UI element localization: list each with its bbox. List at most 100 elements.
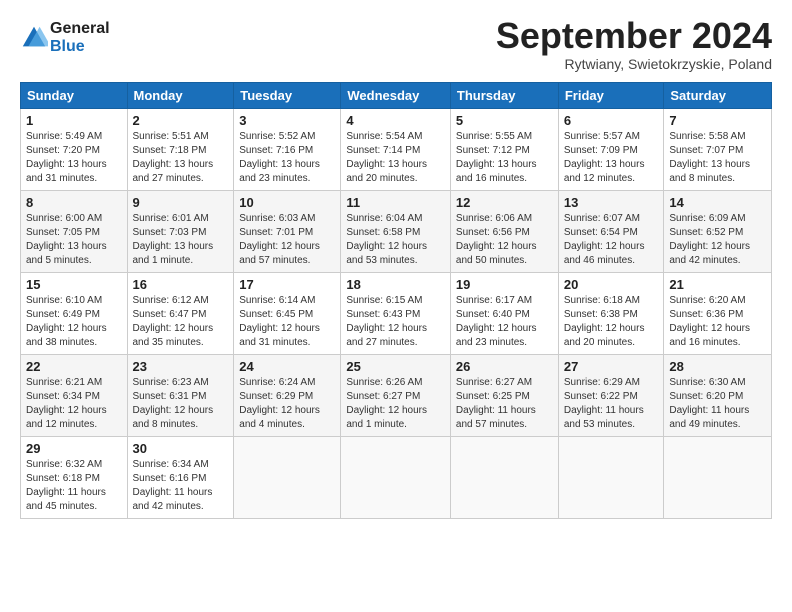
- calendar-cell: 17Sunrise: 6:14 AMSunset: 6:45 PMDayligh…: [234, 272, 341, 354]
- calendar-cell: 2 Sunrise: 5:51 AMSunset: 7:18 PMDaylight…: [127, 108, 234, 190]
- calendar-cell: 9 Sunrise: 6:01 AMSunset: 7:03 PMDaylight…: [127, 190, 234, 272]
- calendar-cell: 24 Sunrise: 6:24 AMSunset: 6:29 PMDayligh…: [234, 354, 341, 436]
- day-number: 28: [669, 359, 766, 374]
- day-number: 29: [26, 441, 122, 456]
- week-row-2: 8Sunrise: 6:00 AMSunset: 7:05 PMDaylight…: [21, 190, 772, 272]
- day-number: 20: [564, 277, 659, 292]
- day-info: Sunrise: 6:07 AMSunset: 6:54 PMDaylight:…: [564, 212, 659, 268]
- calendar-cell: [664, 436, 772, 518]
- calendar-cell: [558, 436, 664, 518]
- calendar-cell: 4 Sunrise: 5:54 AMSunset: 7:14 PMDaylight…: [341, 108, 451, 190]
- day-number: 14: [669, 195, 766, 210]
- calendar-cell: 28 Sunrise: 6:30 AMSunset: 6:20 PMDayligh…: [664, 354, 772, 436]
- week-row-3: 15 Sunrise: 6:10 AMSunset: 6:49 PMDayligh…: [21, 272, 772, 354]
- day-number: 19: [456, 277, 553, 292]
- weekday-header-thursday: Thursday: [450, 82, 558, 108]
- day-info: Sunrise: 6:04 AMSunset: 6:58 PMDaylight:…: [346, 212, 445, 268]
- calendar-cell: 16 Sunrise: 6:12 AMSunset: 6:47 PMDayligh…: [127, 272, 234, 354]
- day-number: 9: [133, 195, 229, 210]
- calendar-cell: 22 Sunrise: 6:21 AMSunset: 6:34 PMDayligh…: [21, 354, 128, 436]
- day-info: Sunrise: 6:24 AMSunset: 6:29 PMDaylight:…: [239, 376, 335, 432]
- calendar-cell: 12Sunrise: 6:06 AMSunset: 6:56 PMDayligh…: [450, 190, 558, 272]
- day-info: Sunrise: 6:18 AMSunset: 6:38 PMDaylight:…: [564, 294, 659, 350]
- logo-text: General Blue: [50, 20, 110, 56]
- calendar-cell: 1 Sunrise: 5:49 AMSunset: 7:20 PMDaylight…: [21, 108, 128, 190]
- day-number: 24: [239, 359, 335, 374]
- day-info: Sunrise: 6:20 AMSunset: 6:36 PMDaylight:…: [669, 294, 766, 350]
- month-title: September 2024: [496, 16, 772, 56]
- week-row-5: 29 Sunrise: 6:32 AMSunset: 6:18 PMDayligh…: [21, 436, 772, 518]
- calendar-cell: 8Sunrise: 6:00 AMSunset: 7:05 PMDaylight…: [21, 190, 128, 272]
- day-number: 18: [346, 277, 445, 292]
- location-subtitle: Rytwiany, Swietokrzyskie, Poland: [496, 56, 772, 72]
- day-info: Sunrise: 6:09 AMSunset: 6:52 PMDaylight:…: [669, 212, 766, 268]
- day-info: Sunrise: 6:15 AMSunset: 6:43 PMDaylight:…: [346, 294, 445, 350]
- page: General Blue September 2024 Rytwiany, Sw…: [0, 0, 792, 612]
- day-info: Sunrise: 5:58 AMSunset: 7:07 PMDaylight:…: [669, 130, 766, 186]
- day-info: Sunrise: 6:34 AMSunset: 6:16 PMDaylight:…: [133, 458, 229, 514]
- header: General Blue September 2024 Rytwiany, Sw…: [20, 16, 772, 72]
- weekday-header-tuesday: Tuesday: [234, 82, 341, 108]
- calendar-cell: 11 Sunrise: 6:04 AMSunset: 6:58 PMDayligh…: [341, 190, 451, 272]
- day-info: Sunrise: 5:55 AMSunset: 7:12 PMDaylight:…: [456, 130, 553, 186]
- calendar-cell: [341, 436, 451, 518]
- day-info: Sunrise: 5:51 AMSunset: 7:18 PMDaylight:…: [133, 130, 229, 186]
- calendar-cell: 7 Sunrise: 5:58 AMSunset: 7:07 PMDaylight…: [664, 108, 772, 190]
- calendar-table: SundayMondayTuesdayWednesdayThursdayFrid…: [20, 82, 772, 519]
- calendar-cell: 10 Sunrise: 6:03 AMSunset: 7:01 PMDayligh…: [234, 190, 341, 272]
- calendar-cell: [450, 436, 558, 518]
- day-info: Sunrise: 6:12 AMSunset: 6:47 PMDaylight:…: [133, 294, 229, 350]
- day-number: 3: [239, 113, 335, 128]
- day-info: Sunrise: 6:03 AMSunset: 7:01 PMDaylight:…: [239, 212, 335, 268]
- day-number: 13: [564, 195, 659, 210]
- day-number: 10: [239, 195, 335, 210]
- day-number: 4: [346, 113, 445, 128]
- day-info: Sunrise: 6:01 AMSunset: 7:03 PMDaylight:…: [133, 212, 229, 268]
- calendar-cell: 21 Sunrise: 6:20 AMSunset: 6:36 PMDayligh…: [664, 272, 772, 354]
- day-info: Sunrise: 6:32 AMSunset: 6:18 PMDaylight:…: [26, 458, 122, 514]
- day-number: 7: [669, 113, 766, 128]
- day-number: 12: [456, 195, 553, 210]
- day-number: 2: [133, 113, 229, 128]
- day-info: Sunrise: 5:49 AMSunset: 7:20 PMDaylight:…: [26, 130, 122, 186]
- calendar-cell: 29 Sunrise: 6:32 AMSunset: 6:18 PMDayligh…: [21, 436, 128, 518]
- day-number: 22: [26, 359, 122, 374]
- day-info: Sunrise: 6:10 AMSunset: 6:49 PMDaylight:…: [26, 294, 122, 350]
- calendar-cell: 30 Sunrise: 6:34 AMSunset: 6:16 PMDayligh…: [127, 436, 234, 518]
- day-info: Sunrise: 6:23 AMSunset: 6:31 PMDaylight:…: [133, 376, 229, 432]
- week-row-1: 1 Sunrise: 5:49 AMSunset: 7:20 PMDaylight…: [21, 108, 772, 190]
- weekday-header-wednesday: Wednesday: [341, 82, 451, 108]
- logo: General Blue: [20, 20, 110, 56]
- week-row-4: 22 Sunrise: 6:21 AMSunset: 6:34 PMDayligh…: [21, 354, 772, 436]
- day-info: Sunrise: 6:26 AMSunset: 6:27 PMDaylight:…: [346, 376, 445, 432]
- calendar-cell: [234, 436, 341, 518]
- day-number: 23: [133, 359, 229, 374]
- day-info: Sunrise: 6:30 AMSunset: 6:20 PMDaylight:…: [669, 376, 766, 432]
- day-number: 11: [346, 195, 445, 210]
- calendar-cell: 3 Sunrise: 5:52 AMSunset: 7:16 PMDaylight…: [234, 108, 341, 190]
- day-number: 30: [133, 441, 229, 456]
- weekday-header-sunday: Sunday: [21, 82, 128, 108]
- day-number: 6: [564, 113, 659, 128]
- weekday-header-monday: Monday: [127, 82, 234, 108]
- day-number: 1: [26, 113, 122, 128]
- day-number: 15: [26, 277, 122, 292]
- calendar-cell: 18 Sunrise: 6:15 AMSunset: 6:43 PMDayligh…: [341, 272, 451, 354]
- logo-icon: [20, 24, 48, 52]
- day-number: 25: [346, 359, 445, 374]
- day-number: 16: [133, 277, 229, 292]
- day-info: Sunrise: 5:57 AMSunset: 7:09 PMDaylight:…: [564, 130, 659, 186]
- calendar-cell: 20 Sunrise: 6:18 AMSunset: 6:38 PMDayligh…: [558, 272, 664, 354]
- weekday-header-saturday: Saturday: [664, 82, 772, 108]
- day-info: Sunrise: 5:52 AMSunset: 7:16 PMDaylight:…: [239, 130, 335, 186]
- calendar-cell: 27Sunrise: 6:29 AMSunset: 6:22 PMDayligh…: [558, 354, 664, 436]
- day-info: Sunrise: 6:27 AMSunset: 6:25 PMDaylight:…: [456, 376, 553, 432]
- day-info: Sunrise: 5:54 AMSunset: 7:14 PMDaylight:…: [346, 130, 445, 186]
- day-number: 21: [669, 277, 766, 292]
- day-info: Sunrise: 6:21 AMSunset: 6:34 PMDaylight:…: [26, 376, 122, 432]
- day-info: Sunrise: 6:17 AMSunset: 6:40 PMDaylight:…: [456, 294, 553, 350]
- calendar-cell: 25 Sunrise: 6:26 AMSunset: 6:27 PMDayligh…: [341, 354, 451, 436]
- calendar-cell: 5Sunrise: 5:55 AMSunset: 7:12 PMDaylight…: [450, 108, 558, 190]
- weekday-header-friday: Friday: [558, 82, 664, 108]
- calendar-cell: 19 Sunrise: 6:17 AMSunset: 6:40 PMDayligh…: [450, 272, 558, 354]
